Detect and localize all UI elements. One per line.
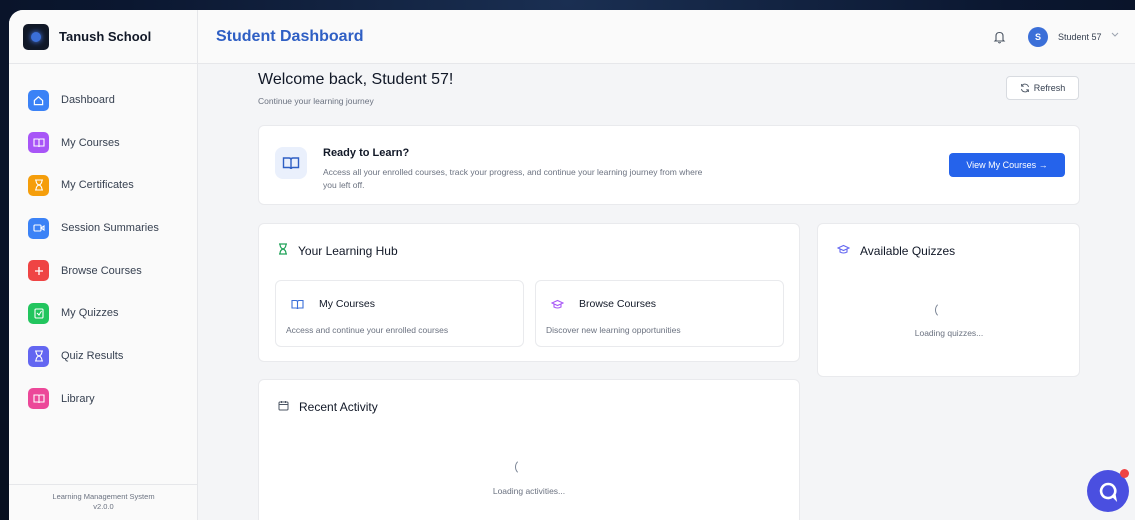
- sidebar-item-quiz-results[interactable]: Quiz Results: [9, 345, 197, 367]
- bell-icon[interactable]: [993, 30, 1006, 44]
- sidebar-footer: Learning Management System v2.0.0: [9, 484, 198, 520]
- sidebar-item-my-courses[interactable]: My Courses: [9, 132, 197, 154]
- home-icon: [28, 89, 49, 111]
- hub-my-courses-description: Access and continue your enrolled course…: [286, 325, 449, 335]
- loading-spinner: [515, 459, 531, 475]
- brand-logo: [23, 23, 49, 50]
- sidebar-item-label: My Quizzes: [61, 307, 119, 320]
- hourglass-icon: [28, 174, 49, 196]
- recent-activity-card: Recent Activity Loading activities...: [258, 379, 800, 520]
- top-header: Student Dashboard S Student 57: [198, 10, 1135, 64]
- hourglass-icon: [28, 345, 49, 367]
- book-icon: [28, 388, 49, 410]
- book-icon: [28, 132, 49, 154]
- available-quizzes-header: Available Quizzes: [836, 242, 956, 260]
- ready-to-learn-card: Ready to Learn? Access all your enrolled…: [258, 125, 1080, 205]
- sidebar-item-label: Dashboard: [61, 94, 115, 106]
- sidebar-item-my-quizzes[interactable]: My Quizzes: [9, 302, 197, 324]
- hub-my-courses-title: My Courses: [319, 298, 376, 310]
- welcome-subtitle: Continue your learning journey: [258, 96, 374, 106]
- hub-browse-courses-description: Discover new learning opportunities: [546, 325, 681, 335]
- avatar[interactable]: S: [1028, 27, 1048, 47]
- hub-my-courses-card[interactable]: My Courses Access and continue your enro…: [275, 280, 524, 347]
- refresh-button[interactable]: Refresh: [1006, 76, 1079, 100]
- brand-name: Tanush School: [59, 29, 152, 44]
- graduation-cap-icon: [836, 242, 851, 260]
- sidebar-item-label: Session Summaries: [61, 222, 159, 235]
- welcome-heading: Welcome back, Student 57!: [258, 71, 454, 88]
- plus-icon: [28, 260, 49, 282]
- chevron-down-icon[interactable]: [1111, 30, 1119, 40]
- brand[interactable]: Tanush School: [9, 10, 197, 64]
- footer-system-name: Learning Management System: [52, 492, 155, 501]
- hub-browse-courses-title: Browse Courses: [579, 298, 657, 310]
- view-my-courses-button[interactable]: View My Courses →: [949, 153, 1065, 177]
- footer-version: v2.0.0: [93, 502, 114, 511]
- ready-title: Ready to Learn?: [323, 147, 410, 159]
- learning-hub-header: Your Learning Hub: [278, 242, 398, 260]
- sidebar-item-browse-courses[interactable]: Browse Courses: [9, 260, 197, 282]
- app-window: Tanush School Dashboard My Courses My Ce…: [9, 10, 1135, 520]
- hub-browse-courses-card[interactable]: Browse Courses Discover new learning opp…: [535, 280, 784, 347]
- book-icon: [291, 297, 304, 315]
- sidebar-item-dashboard[interactable]: Dashboard: [9, 89, 197, 111]
- user-name[interactable]: Student 57: [1058, 32, 1102, 42]
- refresh-label: Refresh: [1033, 83, 1066, 93]
- clipboard-icon: [28, 302, 49, 324]
- sidebar-item-label: Quiz Results: [61, 350, 124, 363]
- refresh-icon: [1020, 83, 1029, 93]
- video-icon: [28, 217, 49, 239]
- sidebar-item-my-certificates[interactable]: My Certificates: [9, 174, 197, 196]
- graduation-cap-icon: [550, 297, 565, 315]
- activity-loading-text: Loading activities...: [492, 486, 566, 496]
- sidebar-item-session-summaries[interactable]: Session Summaries: [9, 217, 197, 239]
- sidebar-item-label: My Courses: [61, 136, 120, 149]
- recent-activity-title: Recent Activity: [299, 400, 378, 414]
- page-title: Student Dashboard: [216, 27, 364, 45]
- loading-spinner: [935, 302, 951, 318]
- learning-hub-title: Your Learning Hub: [298, 244, 398, 258]
- book-open-icon: [275, 147, 307, 179]
- sidebar-item-label: Library: [61, 392, 95, 405]
- calendar-icon: [278, 398, 289, 416]
- ready-description: Access all your enrolled courses, track …: [323, 167, 703, 190]
- hourglass-icon: [278, 242, 288, 260]
- chat-icon: [1099, 482, 1118, 502]
- available-quizzes-title: Available Quizzes: [860, 244, 956, 258]
- sidebar-item-label: Browse Courses: [61, 264, 142, 277]
- available-quizzes-card: Available Quizzes Loading quizzes...: [817, 223, 1080, 377]
- sidebar-item-label: My Certificates: [61, 179, 134, 192]
- quizzes-loading-text: Loading quizzes...: [914, 328, 984, 338]
- notification-dot: [1120, 469, 1129, 478]
- main-content: Welcome back, Student 57! Continue your …: [198, 64, 1135, 520]
- sidebar-nav: Dashboard My Courses My Certificates Ses…: [9, 64, 197, 410]
- recent-activity-header: Recent Activity: [278, 398, 378, 416]
- sidebar: Tanush School Dashboard My Courses My Ce…: [9, 10, 198, 520]
- learning-hub-card: Your Learning Hub My Courses Access and …: [258, 223, 800, 362]
- sidebar-item-library[interactable]: Library: [9, 388, 197, 410]
